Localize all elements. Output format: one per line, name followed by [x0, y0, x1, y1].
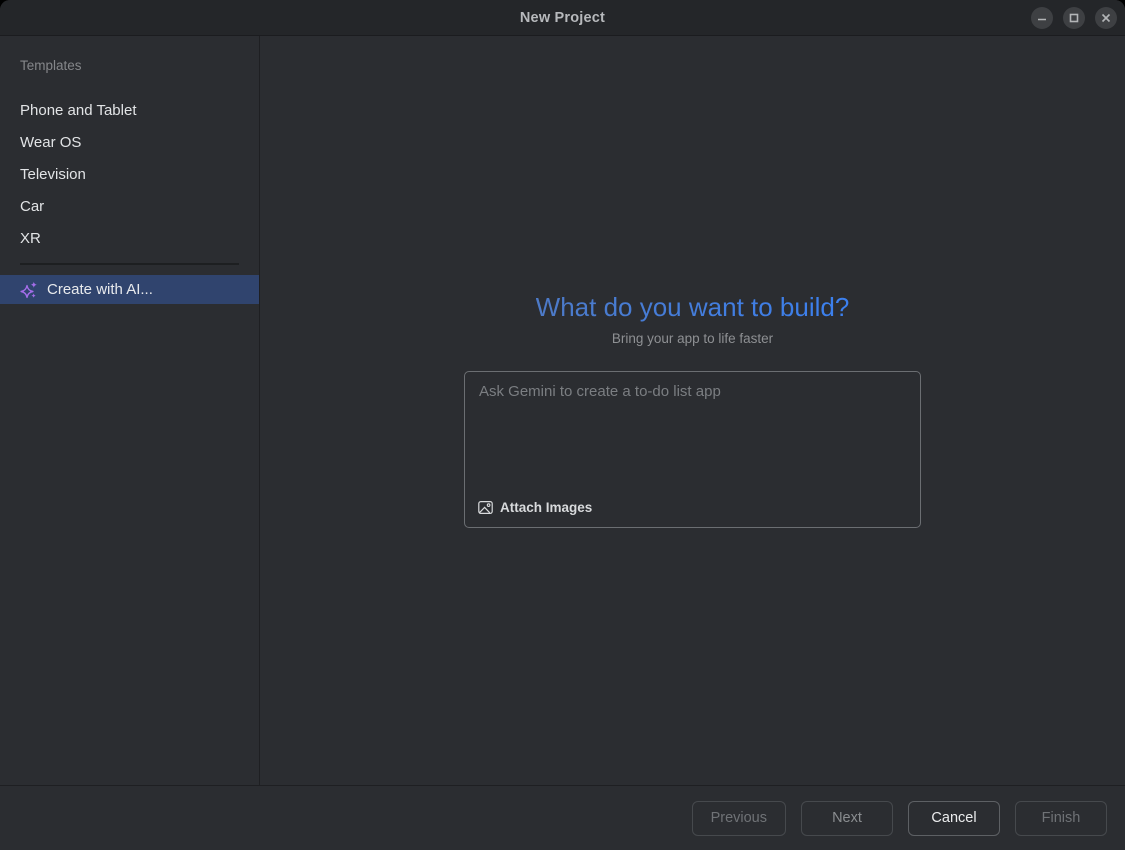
next-button[interactable]: Next [801, 801, 893, 836]
sidebar-item-phone-and-tablet[interactable]: Phone and Tablet [0, 94, 259, 126]
minimize-button[interactable] [1031, 7, 1053, 29]
attach-images-label: Attach Images [500, 500, 592, 515]
window-title: New Project [520, 10, 605, 26]
minimize-icon [1037, 13, 1047, 23]
page-subtitle: Bring your app to life faster [612, 330, 773, 347]
finish-button[interactable]: Finish [1015, 801, 1107, 836]
dialog-body: Templates Phone and Tablet Wear OS Telev… [0, 36, 1125, 785]
new-project-dialog: New Project Templates Phone [0, 0, 1125, 850]
attach-images-button[interactable]: Attach Images [473, 496, 597, 519]
sidebar-item-wear-os[interactable]: Wear OS [0, 126, 259, 158]
sidebar-item-create-with-ai[interactable]: Create with AI... [0, 275, 259, 304]
page-title: What do you want to build? [536, 292, 850, 323]
close-icon [1101, 13, 1111, 23]
previous-button[interactable]: Previous [692, 801, 786, 836]
sidebar-item-television[interactable]: Television [0, 158, 259, 190]
titlebar: New Project [0, 0, 1125, 36]
window-controls [1031, 0, 1117, 36]
close-button[interactable] [1095, 7, 1117, 29]
sidebar-item-xr[interactable]: XR [0, 222, 259, 254]
maximize-button[interactable] [1063, 7, 1085, 29]
image-icon [478, 500, 493, 515]
gemini-prompt-input[interactable] [465, 372, 920, 496]
templates-section-label: Templates [0, 58, 259, 73]
gemini-sparkle-icon [20, 281, 38, 299]
maximize-icon [1069, 13, 1079, 23]
footer-bar: Previous Next Cancel Finish [0, 785, 1125, 850]
gemini-prompt-box: Attach Images [464, 371, 921, 528]
templates-sidebar: Templates Phone and Tablet Wear OS Telev… [0, 36, 260, 785]
create-with-ai-label: Create with AI... [47, 281, 153, 298]
cancel-button[interactable]: Cancel [908, 801, 1000, 836]
sidebar-separator [20, 263, 239, 265]
main-panel: What do you want to build? Bring your ap… [260, 36, 1125, 785]
sidebar-item-car[interactable]: Car [0, 190, 259, 222]
